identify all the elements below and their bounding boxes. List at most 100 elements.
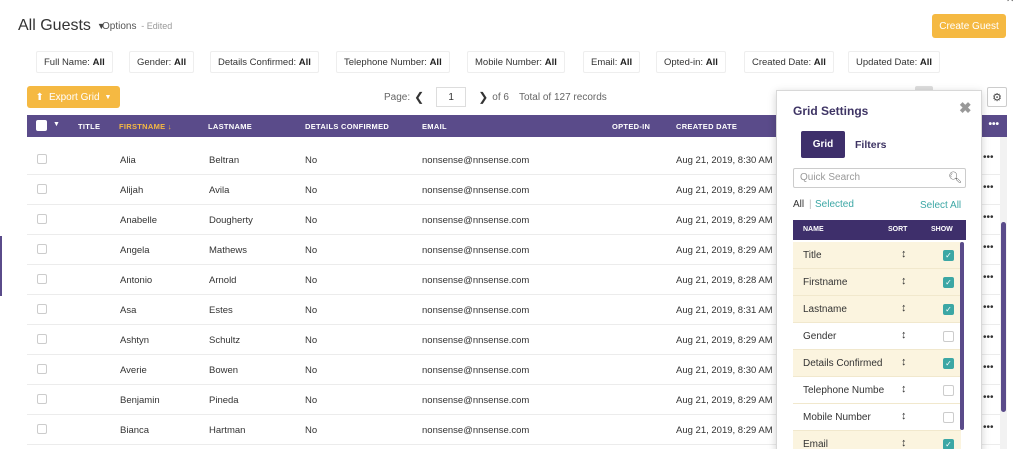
show-checkbox[interactable]: ✓ bbox=[943, 304, 954, 315]
link-all[interactable]: All bbox=[793, 199, 804, 210]
tab-grid[interactable]: Grid bbox=[801, 131, 845, 158]
panel-scrollbar-thumb[interactable] bbox=[960, 242, 964, 430]
list-item[interactable]: Firstname ↕ ✓ bbox=[793, 269, 961, 296]
show-checkbox[interactable] bbox=[943, 331, 954, 342]
sort-handle-icon[interactable]: ↕ bbox=[901, 329, 907, 341]
show-checkbox[interactable] bbox=[943, 385, 954, 396]
column-opted-in[interactable]: OPTED-IN bbox=[612, 122, 650, 131]
select-all-checkbox[interactable] bbox=[36, 120, 47, 131]
filter-value: All bbox=[544, 57, 557, 68]
caret-down-icon[interactable]: ▼ bbox=[53, 121, 60, 128]
cell-details-confirmed: No bbox=[305, 275, 318, 286]
row-checkbox[interactable] bbox=[37, 154, 47, 164]
show-checkbox[interactable]: ✓ bbox=[943, 250, 954, 261]
filter-value: All bbox=[620, 57, 633, 68]
next-page-icon[interactable]: ❯ bbox=[478, 90, 488, 104]
sort-handle-icon[interactable]: ↕ bbox=[901, 248, 907, 260]
sort-handle-icon[interactable]: ↕ bbox=[901, 437, 907, 449]
row-more-icon[interactable]: ••• bbox=[983, 302, 994, 313]
close-icon[interactable]: ✖ bbox=[959, 99, 972, 117]
sort-handle-icon[interactable]: ↕ bbox=[901, 383, 907, 395]
row-checkbox[interactable] bbox=[37, 334, 47, 344]
cell-details-confirmed: No bbox=[305, 335, 318, 346]
row-more-icon[interactable]: ••• bbox=[983, 182, 994, 193]
row-checkbox[interactable] bbox=[37, 184, 47, 194]
row-checkbox[interactable] bbox=[37, 304, 47, 314]
row-more-icon[interactable]: ••• bbox=[983, 272, 994, 283]
close-icon[interactable]: ✕ bbox=[1006, 0, 1014, 5]
list-item[interactable]: Mobile Number ↕ bbox=[793, 404, 961, 431]
list-item[interactable]: Details Confirmed ↕ ✓ bbox=[793, 350, 961, 377]
cell-email: nonsense@nnsense.com bbox=[422, 275, 530, 286]
sort-handle-icon[interactable]: ↕ bbox=[901, 302, 907, 314]
filter-opted-in[interactable]: Opted-in: All bbox=[656, 51, 726, 73]
sort-handle-icon[interactable]: ↕ bbox=[901, 410, 907, 422]
filter-mobile-number[interactable]: Mobile Number: All bbox=[467, 51, 565, 73]
list-item[interactable]: Title ↕ ✓ bbox=[793, 242, 961, 269]
row-checkbox[interactable] bbox=[37, 424, 47, 434]
row-checkbox[interactable] bbox=[37, 274, 47, 284]
filter-value: All bbox=[705, 57, 718, 68]
list-item[interactable]: Lastname ↕ ✓ bbox=[793, 296, 961, 323]
filter-details-confirmed[interactable]: Details Confirmed: All bbox=[210, 51, 319, 73]
page-label: Page: bbox=[384, 91, 411, 103]
cell-lastname: Arnold bbox=[209, 275, 237, 286]
prev-page-icon[interactable]: ❮ bbox=[414, 90, 424, 104]
row-checkbox[interactable] bbox=[37, 244, 47, 254]
export-grid-label: Export Grid bbox=[48, 91, 100, 103]
column-details-confirmed[interactable]: DETAILS CONFIRMED bbox=[305, 122, 389, 131]
grid-scrollbar-thumb[interactable] bbox=[1001, 222, 1006, 412]
sort-handle-icon[interactable]: ↕ bbox=[901, 275, 907, 287]
cell-firstname: Angela bbox=[120, 245, 150, 256]
column-email[interactable]: EMAIL bbox=[422, 122, 447, 131]
tab-filters[interactable]: Filters bbox=[855, 139, 887, 151]
filter-value: All bbox=[919, 57, 933, 68]
column-lastname[interactable]: LASTNAME bbox=[208, 122, 252, 131]
filter-created-date[interactable]: Created Date: All bbox=[744, 51, 834, 73]
edited-label: - Edited bbox=[141, 21, 173, 31]
cell-firstname: Anabelle bbox=[120, 215, 157, 226]
show-checkbox[interactable]: ✓ bbox=[943, 358, 954, 369]
row-more-icon[interactable]: ••• bbox=[983, 212, 994, 223]
filter-updated-date[interactable]: Updated Date: All bbox=[848, 51, 941, 73]
view-selector[interactable]: All Guests ▼ bbox=[18, 17, 106, 35]
show-checkbox[interactable]: ✓ bbox=[943, 439, 954, 449]
cell-email: nonsense@nnsense.com bbox=[422, 215, 530, 226]
column-created-date[interactable]: CREATED DATE bbox=[676, 122, 737, 131]
options-link[interactable]: Options bbox=[102, 21, 136, 32]
row-checkbox[interactable] bbox=[37, 394, 47, 404]
row-checkbox[interactable] bbox=[37, 214, 47, 224]
export-grid-button[interactable]: ⬆ Export Grid ▼ bbox=[27, 86, 120, 108]
show-checkbox[interactable] bbox=[943, 412, 954, 423]
link-selected[interactable]: Selected bbox=[815, 199, 854, 210]
create-guest-button[interactable]: Create Guest bbox=[932, 14, 1006, 38]
sort-desc-icon: ↓ bbox=[167, 122, 172, 131]
filter-telephone-number[interactable]: Telephone Number: All bbox=[336, 51, 450, 73]
row-more-icon[interactable]: ••• bbox=[983, 362, 994, 373]
row-more-icon[interactable]: ••• bbox=[983, 392, 994, 403]
select-all-link[interactable]: Select All bbox=[920, 200, 961, 211]
row-more-icon[interactable]: ••• bbox=[983, 422, 994, 433]
row-more-icon[interactable]: ••• bbox=[983, 152, 994, 163]
row-checkbox[interactable] bbox=[37, 364, 47, 374]
gear-icon[interactable]: ⚙ bbox=[987, 87, 1007, 107]
list-item[interactable]: Email ↕ ✓ bbox=[793, 431, 961, 449]
column-title[interactable]: TITLE bbox=[78, 122, 100, 131]
list-item[interactable]: Gender ↕ bbox=[793, 323, 961, 350]
cell-details-confirmed: No bbox=[305, 305, 318, 316]
row-more-icon[interactable]: ••• bbox=[983, 332, 994, 343]
head-sort: SORT bbox=[888, 226, 908, 233]
more-icon[interactable]: ••• bbox=[988, 119, 999, 130]
page-input[interactable] bbox=[436, 87, 467, 107]
row-more-icon[interactable]: ••• bbox=[983, 242, 994, 253]
filter-gender[interactable]: Gender: All bbox=[129, 51, 195, 73]
filter-full-name[interactable]: Full Name: All bbox=[36, 51, 113, 73]
search-icon[interactable]: 🔍︎ bbox=[948, 171, 962, 184]
cell-email: nonsense@nnsense.com bbox=[422, 305, 530, 316]
sort-handle-icon[interactable]: ↕ bbox=[901, 356, 907, 368]
quick-search-input[interactable]: Quick Search bbox=[793, 168, 966, 188]
filter-email[interactable]: Email: All bbox=[583, 51, 641, 73]
list-item[interactable]: Telephone Numbe ↕ bbox=[793, 377, 961, 404]
show-checkbox[interactable]: ✓ bbox=[943, 277, 954, 288]
column-firstname[interactable]: FIRSTNAME ↓ bbox=[119, 122, 172, 131]
